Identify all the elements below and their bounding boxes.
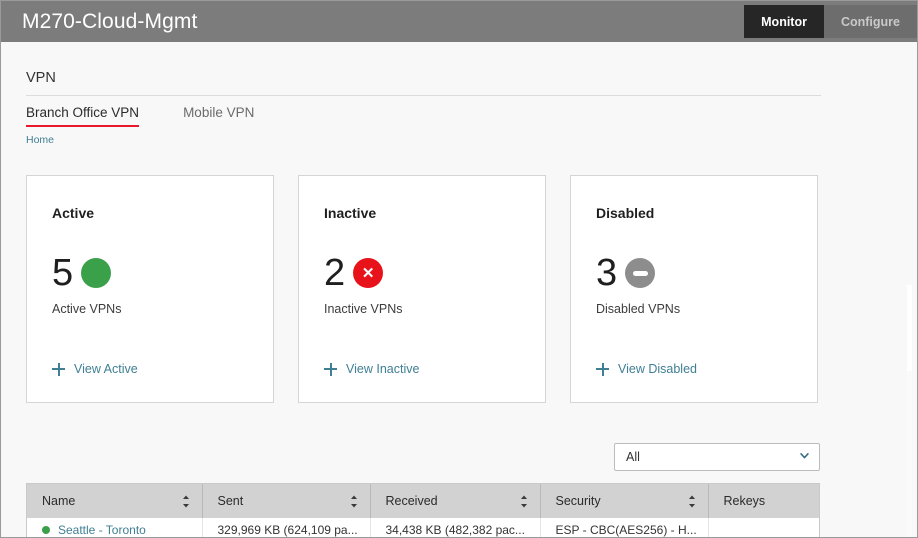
card-active-metric: 5 (52, 252, 112, 294)
plus-icon (52, 362, 65, 376)
column-header-name-label: Name (42, 494, 76, 508)
card-inactive-title: Inactive (324, 205, 377, 221)
tab-branch-office-vpn-label: Branch Office VPN (26, 105, 140, 120)
tab-branch-office-vpn[interactable]: Branch Office VPN (26, 105, 140, 127)
vpn-table: Name Sent Received Security Rekeys Seatt… (27, 484, 819, 537)
page-title: VPN (26, 70, 56, 86)
page-content: VPN Branch Office VPN Mobile VPN Home Ac… (1, 42, 917, 537)
column-header-received[interactable]: Received (370, 484, 541, 518)
view-active-label: View Active (74, 362, 138, 376)
view-active-link[interactable]: View Active (52, 362, 138, 376)
card-active-count: 5 (52, 252, 74, 294)
view-disabled-link[interactable]: View Disabled (596, 362, 697, 376)
column-header-received-label: Received (385, 494, 438, 508)
vpn-table-head: Name Sent Received Security Rekeys (27, 484, 819, 518)
minus-glyph (632, 270, 648, 276)
card-active: Active 5 Active VPNs View Active (26, 175, 274, 403)
summary-cards: Active 5 Active VPNs View Active Inactiv… (26, 175, 818, 403)
sort-icon (350, 495, 357, 507)
top-bar: M270-Cloud-Mgmt Monitor Configure (1, 1, 917, 42)
status-dot-active-icon (42, 525, 50, 534)
vpn-name-link[interactable]: Seattle - Toronto (58, 523, 146, 537)
column-header-sent[interactable]: Sent (202, 484, 371, 518)
card-active-sublabel: Active VPNs (52, 302, 122, 316)
column-header-security[interactable]: Security (540, 484, 709, 518)
cell-received: 34,438 KB (482,382 pac... (370, 518, 541, 537)
column-header-sent-label: Sent (217, 494, 244, 508)
view-inactive-label: View Inactive (346, 362, 420, 376)
table-header-row: Name Sent Received Security Rekeys (27, 484, 819, 518)
view-disabled-label: View Disabled (618, 362, 697, 376)
sort-icon (520, 495, 527, 507)
card-disabled: Disabled 3 Disabled VPNs View Disabled (570, 175, 818, 403)
filter-dropdown-wrapper: All (614, 443, 820, 471)
circle-x-icon: ✕ (353, 258, 384, 288)
card-disabled-count: 3 (596, 252, 618, 294)
column-header-name[interactable]: Name (27, 484, 203, 518)
plus-icon (596, 362, 609, 376)
card-inactive-metric: 2 ✕ (324, 252, 384, 294)
tab-mobile-vpn[interactable]: Mobile VPN (183, 105, 254, 127)
card-active-title: Active (52, 205, 95, 221)
title-divider (26, 95, 821, 96)
card-inactive: Inactive 2 ✕ Inactive VPNs View Inactive (298, 175, 546, 403)
column-header-security-label: Security (555, 494, 601, 508)
configure-button[interactable]: Configure (823, 5, 917, 38)
card-inactive-sublabel: Inactive VPNs (324, 302, 403, 316)
cell-security: ESP - CBC(AES256) - H...12 (540, 518, 709, 537)
cell-name: Seattle - Toronto (27, 518, 203, 537)
top-bar-actions: Monitor Configure (744, 5, 917, 38)
vpn-table-container: Name Sent Received Security Rekeys Seatt… (26, 483, 820, 537)
column-header-rekeys-label: Rekeys (723, 494, 766, 508)
sort-icon (182, 495, 189, 507)
cell-rekeys (708, 518, 819, 537)
monitor-button[interactable]: Monitor (744, 5, 824, 38)
view-inactive-link[interactable]: View Inactive (324, 362, 419, 376)
x-glyph: ✕ (361, 264, 375, 282)
device-title: M270-Cloud-Mgmt (22, 10, 198, 33)
sort-icon (688, 495, 695, 507)
cell-rekeys-value: 12 (697, 523, 707, 537)
card-disabled-title: Disabled (596, 205, 655, 221)
table-row[interactable]: Seattle - Toronto 329,969 KB (624,109 pa… (27, 518, 819, 537)
tab-mobile-vpn-label: Mobile VPN (183, 105, 255, 120)
card-disabled-sublabel: Disabled VPNs (596, 302, 681, 316)
vpn-table-body: Seattle - Toronto 329,969 KB (624,109 pa… (27, 518, 819, 537)
circle-minus-icon (625, 258, 656, 288)
cell-security-text: ESP - CBC(AES256) - H... (555, 522, 697, 537)
vpn-filter-select[interactable]: All (614, 443, 820, 471)
tab-bar: Branch Office VPN Mobile VPN (26, 105, 254, 127)
column-header-rekeys[interactable]: Rekeys (708, 484, 819, 518)
plus-icon (324, 362, 337, 376)
tab-active-underline (26, 125, 140, 127)
breadcrumb[interactable]: Home (26, 134, 54, 146)
circle-filled-icon (81, 258, 112, 288)
card-disabled-metric: 3 (596, 252, 656, 294)
app-window: M270-Cloud-Mgmt Monitor Configure VPN Br… (0, 0, 918, 538)
card-inactive-count: 2 (324, 252, 346, 294)
scrollbar-thumb[interactable] (907, 285, 912, 371)
cell-sent: 329,969 KB (624,109 pa... (202, 518, 371, 537)
